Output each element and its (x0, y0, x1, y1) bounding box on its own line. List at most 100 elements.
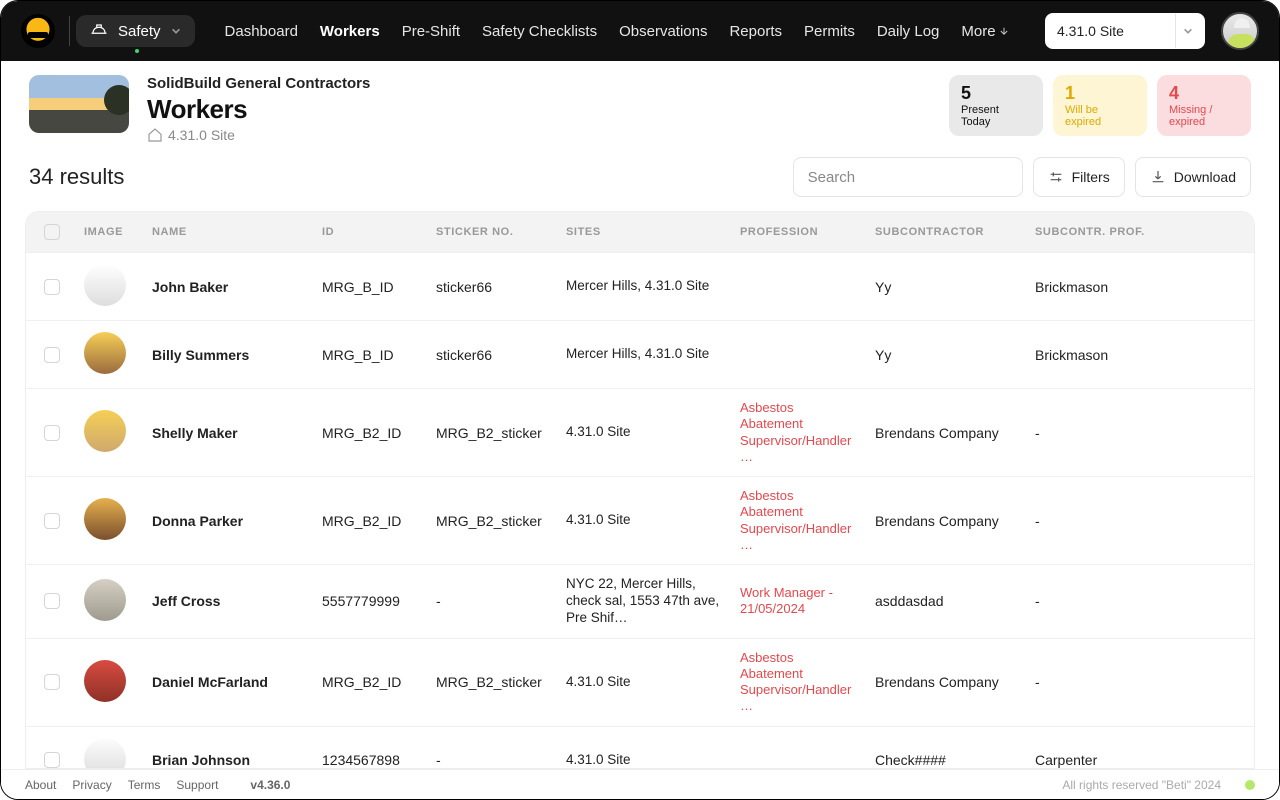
toolbar: 34 results Search Filters Download (1, 153, 1279, 211)
stat-card[interactable]: 1Will be expired (1053, 75, 1147, 136)
home-icon (147, 127, 163, 143)
page-title: Workers (147, 94, 370, 125)
rights-label: All rights reserved "Beti" 2024 (1062, 778, 1221, 792)
stat-label: Present Today (961, 104, 1031, 128)
stat-cards: 5Present Today1Will be expired4Missing /… (949, 75, 1251, 136)
table-row[interactable]: Jeff Cross5557779999-NYC 22, Mercer Hill… (26, 565, 1254, 639)
nav-link-observations[interactable]: Observations (619, 23, 707, 40)
col-header[interactable]: SUBCONTRACTOR (865, 212, 1025, 253)
user-avatar[interactable] (1221, 12, 1259, 50)
row-checkbox[interactable] (44, 279, 60, 295)
worker-avatar (84, 332, 126, 374)
sticker-no: - (426, 726, 556, 769)
sticker-no: sticker66 (426, 321, 556, 389)
col-header[interactable]: NAME (142, 212, 312, 253)
nav-link-dashboard[interactable]: Dashboard (225, 23, 298, 40)
company-name: SolidBuild General Contractors (147, 75, 370, 92)
subcontractor-prof: - (1025, 638, 1254, 726)
row-checkbox[interactable] (44, 347, 60, 363)
nav-link-pre-shift[interactable]: Pre-Shift (402, 23, 460, 40)
download-icon (1150, 169, 1166, 185)
subcontractor-prof: - (1025, 477, 1254, 565)
footer-link-about[interactable]: About (25, 778, 56, 792)
worker-name: Jeff Cross (142, 565, 312, 639)
subcontractor-prof: Brickmason (1025, 321, 1254, 389)
sites: 4.31.0 Site (566, 424, 720, 441)
sticker-no: sticker66 (426, 253, 556, 321)
filters-button[interactable]: Filters (1033, 157, 1125, 197)
footer-link-terms[interactable]: Terms (128, 778, 161, 792)
subcontractor-prof: Carpenter (1025, 726, 1254, 769)
worker-name: Donna Parker (142, 477, 312, 565)
col-header[interactable]: SUBCONTR. PROF. (1025, 212, 1254, 253)
subcontractor-prof: Brickmason (1025, 253, 1254, 321)
profession: Asbestos Abatement Supervisor/Handler … (740, 650, 855, 715)
table-row[interactable]: Shelly MakerMRG_B2_IDMRG_B2_sticker 4.31.… (26, 389, 1254, 477)
divider (69, 16, 70, 46)
nav-more[interactable]: More (961, 23, 1007, 40)
profession: Asbestos Abatement Supervisor/Handler … (740, 400, 855, 465)
sites: 4.31.0 Site (566, 674, 720, 691)
stat-card[interactable]: 5Present Today (949, 75, 1043, 136)
table-row[interactable]: Donna ParkerMRG_B2_IDMRG_B2_sticker4.31.… (26, 477, 1254, 565)
footer: AboutPrivacyTermsSupport v4.36.0 All rig… (1, 769, 1279, 799)
site-selector[interactable]: 4.31.0 Site (1045, 13, 1205, 49)
nav-link-safety-checklists[interactable]: Safety Checklists (482, 23, 597, 40)
subcontractor-prof: - (1025, 389, 1254, 477)
stat-label: Will be expired (1065, 104, 1135, 128)
table-row[interactable]: John BakerMRG_B_IDsticker66Mercer Hills,… (26, 253, 1254, 321)
sticker-no: MRG_B2_sticker (426, 638, 556, 726)
nav-link-daily-log[interactable]: Daily Log (877, 23, 940, 40)
sticker-no: MRG_B2_sticker (426, 389, 556, 477)
status-dot-icon (1245, 780, 1255, 790)
col-header[interactable] (26, 212, 74, 253)
footer-link-support[interactable]: Support (176, 778, 218, 792)
stat-card[interactable]: 4Missing / expired (1157, 75, 1251, 136)
stat-number: 4 (1169, 83, 1239, 104)
select-all-checkbox[interactable] (44, 224, 60, 240)
worker-avatar (84, 738, 126, 769)
sticker-no: MRG_B2_sticker (426, 477, 556, 565)
worker-avatar (84, 660, 126, 702)
row-checkbox[interactable] (44, 593, 60, 609)
stat-number: 5 (961, 83, 1031, 104)
worker-id: MRG_B2_ID (312, 477, 426, 565)
module-switcher[interactable]: Safety (76, 15, 195, 47)
worker-id: MRG_B2_ID (312, 389, 426, 477)
worker-name: Shelly Maker (142, 389, 312, 477)
nav-link-permits[interactable]: Permits (804, 23, 855, 40)
sites: Mercer Hills, 4.31.0 Site (566, 278, 720, 295)
table-row[interactable]: Daniel McFarlandMRG_B2_IDMRG_B2_sticker4… (26, 638, 1254, 726)
subcontractor-prof: - (1025, 565, 1254, 639)
col-header[interactable]: IMAGE (74, 212, 142, 253)
nav-link-workers[interactable]: Workers (320, 23, 380, 40)
row-checkbox[interactable] (44, 513, 60, 529)
site-breadcrumb[interactable]: 4.31.0 Site (147, 127, 370, 143)
table-row[interactable]: Billy SummersMRG_B_IDsticker66Mercer Hil… (26, 321, 1254, 389)
download-button[interactable]: Download (1135, 157, 1251, 197)
worker-id: 1234567898 (312, 726, 426, 769)
worker-name: Daniel McFarland (142, 638, 312, 726)
sticker-no: - (426, 565, 556, 639)
row-checkbox[interactable] (44, 674, 60, 690)
col-header[interactable]: SITES (556, 212, 730, 253)
col-header[interactable]: STICKER NO. (426, 212, 556, 253)
worker-id: 5557779999 (312, 565, 426, 639)
worker-name: Billy Summers (142, 321, 312, 389)
col-header[interactable]: PROFESSION (730, 212, 865, 253)
worker-avatar (84, 264, 126, 306)
row-checkbox[interactable] (44, 425, 60, 441)
row-checkbox[interactable] (44, 752, 60, 768)
table-row[interactable]: Brian Johnson1234567898-4.31.0 SiteCheck… (26, 726, 1254, 769)
sites: NYC 22, Mercer Hills, check sal, 1553 47… (566, 576, 720, 627)
page-header: SolidBuild General Contractors Workers 4… (1, 61, 1279, 153)
col-header[interactable]: ID (312, 212, 426, 253)
subcontractor: Yy (865, 321, 1025, 389)
nav-link-reports[interactable]: Reports (729, 23, 782, 40)
stat-label: Missing / expired (1169, 104, 1239, 128)
search-input[interactable]: Search (793, 157, 1023, 197)
table-header-row: IMAGENAMEIDSTICKER NO.SITESPROFESSIONSUB… (26, 212, 1254, 253)
footer-link-privacy[interactable]: Privacy (72, 778, 111, 792)
sites: Mercer Hills, 4.31.0 Site (566, 346, 720, 363)
brand-logo[interactable] (21, 14, 55, 48)
